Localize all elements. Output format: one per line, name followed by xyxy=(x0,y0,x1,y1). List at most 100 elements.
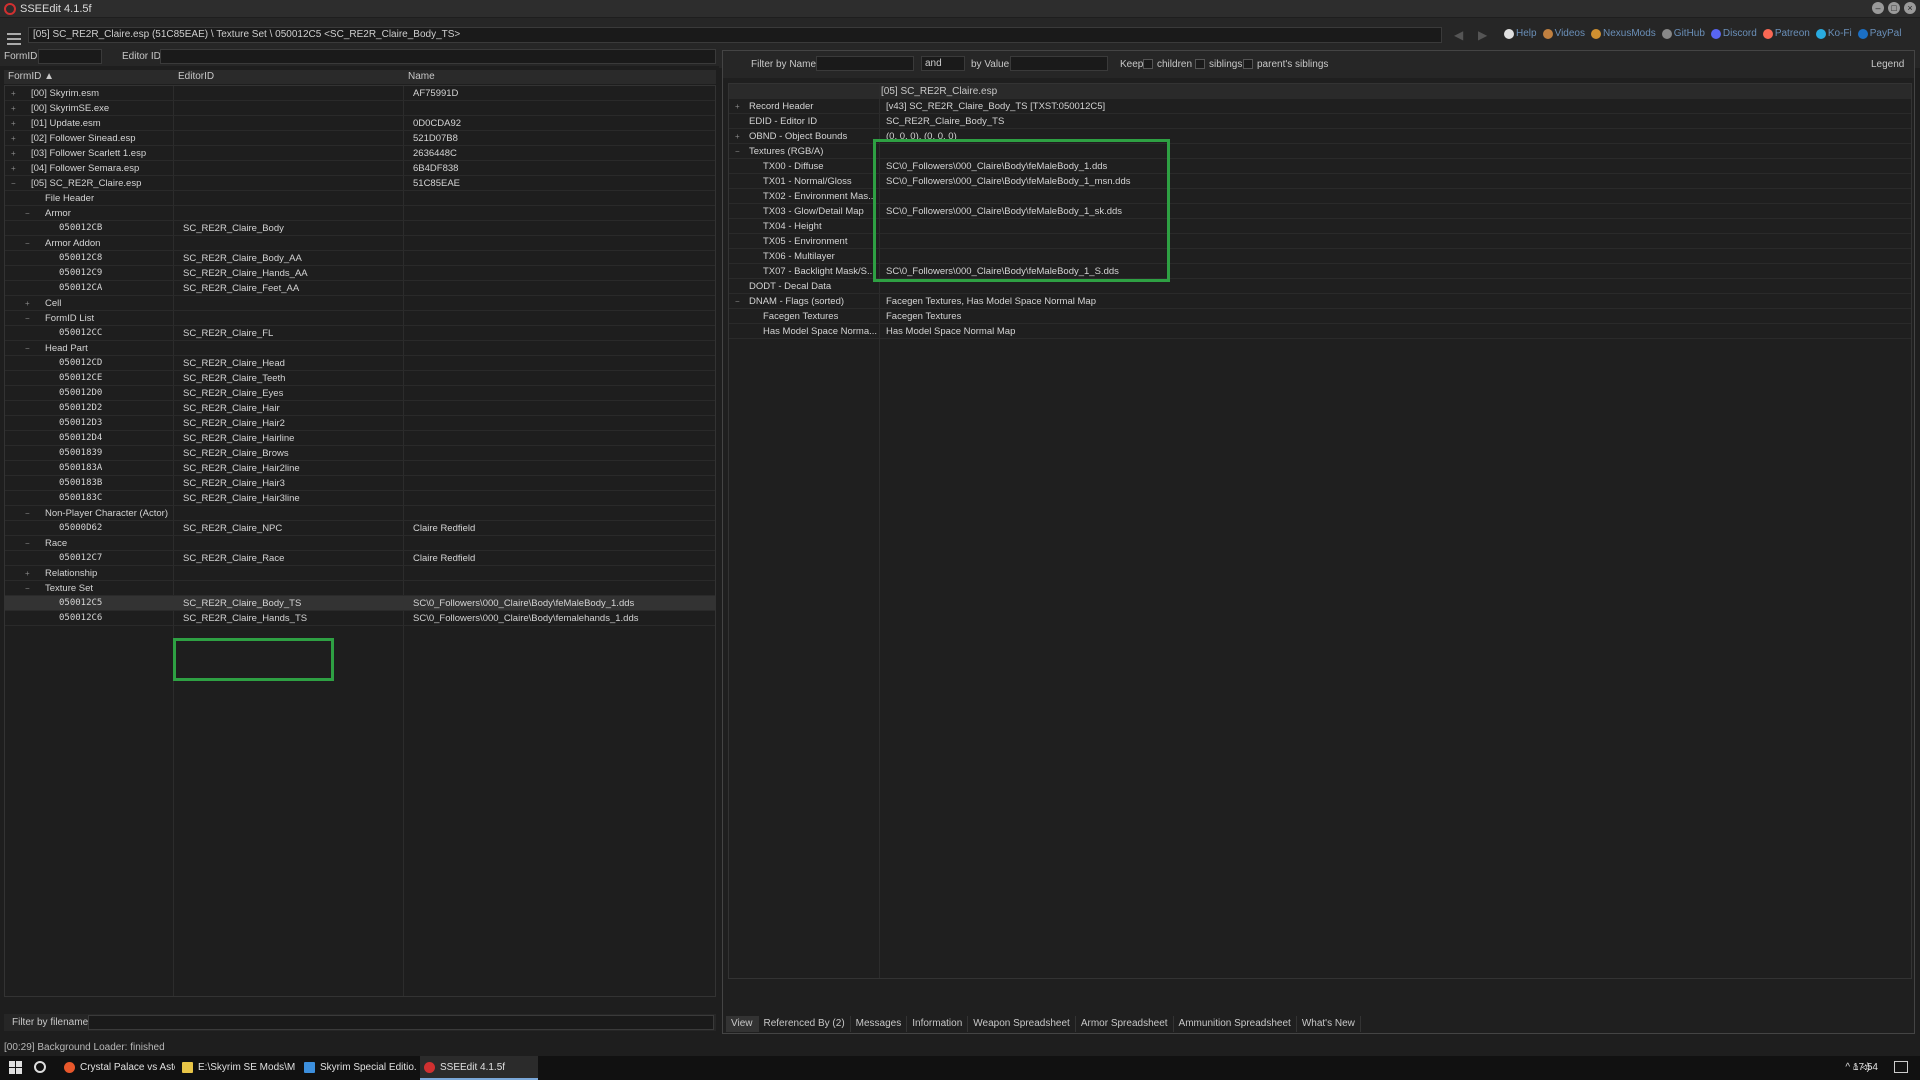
tree-row[interactable]: 050012D0 SC_RE2R_Claire_Eyes xyxy=(5,386,715,401)
expand-icon[interactable]: + xyxy=(11,135,18,143)
tab-view[interactable]: View xyxy=(726,1016,759,1032)
tree-row[interactable]: − [05] SC_RE2R_Claire.esp 51C85EAE xyxy=(5,176,715,191)
tree-row[interactable]: − Texture Set xyxy=(5,581,715,596)
link-nexusmods[interactable]: NexusMods xyxy=(1590,28,1656,39)
collapse-icon[interactable]: − xyxy=(735,298,742,306)
notification-icon[interactable] xyxy=(1894,1061,1908,1073)
collapse-icon[interactable]: − xyxy=(735,148,742,156)
children-checkbox[interactable] xyxy=(1143,59,1153,69)
tree-row[interactable]: 050012C6 SC_RE2R_Claire_Hands_TS SC\0_Foll… xyxy=(5,611,715,626)
tree-row[interactable]: 050012D4 SC_RE2R_Claire_Hairline xyxy=(5,431,715,446)
record-row[interactable]: EDID - Editor ID SC_RE2R_Claire_Body_TS xyxy=(729,114,1911,129)
expand-icon[interactable]: + xyxy=(25,570,32,578)
tree-row[interactable]: − Head Part xyxy=(5,341,715,356)
collapse-icon[interactable]: − xyxy=(25,510,32,518)
forward-arrow-icon[interactable]: ▶ xyxy=(1478,28,1487,42)
tree-row[interactable]: + Relationship xyxy=(5,566,715,581)
record-row[interactable]: + Record Header [v43] SC_RE2R_Claire_Body_… xyxy=(729,99,1911,114)
tree-row[interactable]: 050012C8 SC_RE2R_Claire_Body_AA xyxy=(5,251,715,266)
collapse-icon[interactable]: − xyxy=(25,210,32,218)
record-table[interactable]: [05] SC_RE2R_Claire.esp + Record Header [v… xyxy=(728,83,1912,979)
filename-filter-input[interactable] xyxy=(88,1015,714,1030)
tree-row[interactable]: − Armor Addon xyxy=(5,236,715,251)
collapse-icon[interactable]: − xyxy=(25,585,32,593)
expand-icon[interactable]: + xyxy=(11,105,18,113)
tab-messages[interactable]: Messages xyxy=(851,1016,908,1032)
tree-row[interactable]: 050012C5 SC_RE2R_Claire_Body_TS SC\0_Follo… xyxy=(5,596,715,611)
tree-row[interactable]: 050012D3 SC_RE2R_Claire_Hair2 xyxy=(5,416,715,431)
link-ko-fi[interactable]: Ko-Fi xyxy=(1815,28,1852,39)
tree-row[interactable]: − Race xyxy=(5,536,715,551)
back-arrow-icon[interactable]: ◀ xyxy=(1454,28,1463,42)
tree-row[interactable]: 0500183B SC_RE2R_Claire_Hair3 xyxy=(5,476,715,491)
tree-row[interactable]: 050012CB SC_RE2R_Claire_Body xyxy=(5,221,715,236)
tree-row[interactable]: + Cell xyxy=(5,296,715,311)
record-row[interactable]: Facegen Textures Facegen Textures xyxy=(729,309,1911,324)
formid-filter-input[interactable] xyxy=(38,49,102,64)
filter-by-value-input[interactable] xyxy=(1010,56,1108,71)
parents-siblings-checkbox[interactable] xyxy=(1243,59,1253,69)
tree-row[interactable]: + [03] Follower Scarlett 1.esp 2636448C xyxy=(5,146,715,161)
maximize-button[interactable]: □ xyxy=(1888,2,1900,14)
tab-weapon-spreadsheet[interactable]: Weapon Spreadsheet xyxy=(968,1016,1076,1032)
expand-icon[interactable]: + xyxy=(25,300,32,308)
tree-row[interactable]: 050012D2 SC_RE2R_Claire_Hair xyxy=(5,401,715,416)
field-value-cell[interactable]: [v43] SC_RE2R_Claire_Body_TS [TXST:05001… xyxy=(886,101,1105,112)
tab-information[interactable]: Information xyxy=(907,1016,969,1032)
tree-row[interactable]: 050012CD SC_RE2R_Claire_Head xyxy=(5,356,715,371)
record-path-field[interactable]: [05] SC_RE2R_Claire.esp (51C85EAE) \ Tex… xyxy=(28,27,1442,43)
editorid-column-header[interactable]: EditorID xyxy=(178,71,214,82)
minimize-button[interactable]: – xyxy=(1872,2,1884,14)
explorer-task[interactable]: E:\Skyrim SE Mods\M... xyxy=(178,1056,296,1080)
tree-row[interactable]: − Armor xyxy=(5,206,715,221)
siblings-checkbox[interactable] xyxy=(1195,59,1205,69)
tree-row[interactable]: 05001839 SC_RE2R_Claire_Brows xyxy=(5,446,715,461)
record-tree[interactable]: + [00] Skyrim.esm AF75991D + [00] SkyrimSE.e… xyxy=(4,85,716,997)
tree-row[interactable]: + [04] Follower Semara.esp 6B4DF838 xyxy=(5,161,715,176)
field-value-cell[interactable]: Facegen Textures, Has Model Space Normal… xyxy=(886,296,1096,307)
expand-icon[interactable]: + xyxy=(11,165,18,173)
record-row[interactable]: Has Model Space Norma... Has Model Space … xyxy=(729,324,1911,339)
collapse-icon[interactable]: − xyxy=(25,540,32,548)
tree-row[interactable]: 050012CA SC_RE2R_Claire_Feet_AA xyxy=(5,281,715,296)
field-value-cell[interactable]: Has Model Space Normal Map xyxy=(886,326,1015,337)
collapse-icon[interactable]: − xyxy=(11,180,18,188)
link-patreon[interactable]: Patreon xyxy=(1762,28,1810,39)
tree-row[interactable]: + [01] Update.esm 0D0CDA92 xyxy=(5,116,715,131)
tree-row[interactable]: + [02] Follower Sinead.esp 521D07B8 xyxy=(5,131,715,146)
tab-armor-spreadsheet[interactable]: Armor Spreadsheet xyxy=(1076,1016,1174,1032)
collapse-icon[interactable]: − xyxy=(25,345,32,353)
expand-icon[interactable]: + xyxy=(11,120,18,128)
link-github[interactable]: GitHub xyxy=(1661,28,1705,39)
tree-row[interactable]: 050012C9 SC_RE2R_Claire_Hands_AA xyxy=(5,266,715,281)
firefox-task[interactable]: Crystal Palace vs Asto... xyxy=(60,1056,175,1080)
editorid-filter-input[interactable] xyxy=(160,49,716,64)
field-value-cell[interactable]: Facegen Textures xyxy=(886,311,961,322)
tree-row[interactable]: 050012CC SC_RE2R_Claire_FL xyxy=(5,326,715,341)
plugin-column-header[interactable]: [05] SC_RE2R_Claire.esp xyxy=(881,86,997,97)
field-value-cell[interactable]: SC_RE2R_Claire_Body_TS xyxy=(886,116,1004,127)
link-paypal[interactable]: PayPal xyxy=(1857,28,1901,39)
tree-row[interactable]: 050012C7 SC_RE2R_Claire_Race Claire Redfie… xyxy=(5,551,715,566)
tree-row[interactable]: + [00] Skyrim.esm AF75991D xyxy=(5,86,715,101)
tree-row[interactable]: 0500183A SC_RE2R_Claire_Hair2line xyxy=(5,461,715,476)
tree-row[interactable]: File Header xyxy=(5,191,715,206)
tab-referenced-by-2[interactable]: Referenced By (2) xyxy=(759,1016,851,1032)
expand-icon[interactable]: + xyxy=(735,103,742,111)
expand-icon[interactable]: + xyxy=(735,133,742,141)
clock[interactable]: 17:54 xyxy=(1853,1062,1878,1073)
tab-what-s-new[interactable]: What's New xyxy=(1297,1016,1361,1032)
tree-row[interactable]: 050012CE SC_RE2R_Claire_Teeth xyxy=(5,371,715,386)
tree-row[interactable]: − FormID List xyxy=(5,311,715,326)
filter-by-name-input[interactable] xyxy=(816,56,914,71)
legend-button[interactable]: Legend xyxy=(1871,59,1904,70)
windows-start-icon[interactable] xyxy=(9,1061,23,1075)
sseedit-task[interactable]: SSEEdit 4.1.5f xyxy=(420,1056,538,1080)
tree-row[interactable]: 0500183C SC_RE2R_Claire_Hair3line xyxy=(5,491,715,506)
skyrim-launcher-task[interactable]: Skyrim Special Editio... xyxy=(300,1056,416,1080)
expand-icon[interactable]: + xyxy=(11,150,18,158)
tree-row[interactable]: − Non-Player Character (Actor) xyxy=(5,506,715,521)
and-or-select[interactable]: and xyxy=(921,56,965,71)
name-column-header[interactable]: Name xyxy=(408,71,435,82)
record-row[interactable]: − DNAM - Flags (sorted) Facegen Textures, … xyxy=(729,294,1911,309)
